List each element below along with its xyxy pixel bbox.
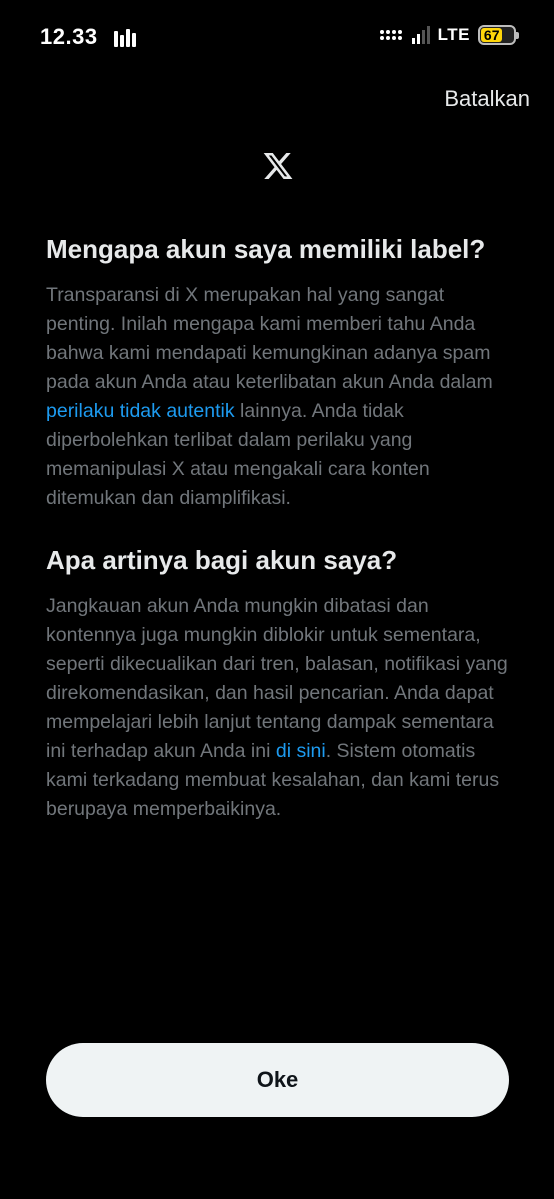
wifi-signal-icon — [379, 30, 402, 40]
status-bar: 12.33 LTE 67 — [0, 0, 554, 70]
section2-paragraph: Jangkauan akun Anda mungkin dibatasi dan… — [46, 592, 516, 824]
cell-signal-icon — [411, 26, 430, 44]
battery-icon: 67 — [478, 25, 519, 45]
x-logo-icon — [263, 153, 293, 179]
status-time: 12.33 — [40, 24, 98, 49]
inauthentic-behavior-link[interactable]: perilaku tidak autentik — [46, 400, 235, 422]
section2-text-before: Jangkauan akun Anda mungkin dibatasi dan… — [46, 595, 508, 762]
section1-text-before: Transparansi di X merupakan hal yang san… — [46, 284, 493, 393]
status-right-group: LTE 67 — [379, 25, 519, 45]
notification-bars-icon — [114, 27, 136, 47]
ok-button[interactable]: Oke — [46, 1043, 509, 1117]
learn-more-link[interactable]: di sini — [276, 740, 326, 762]
content: Mengapa akun saya memiliki label? Transp… — [46, 232, 516, 824]
network-type: LTE — [437, 25, 470, 44]
section2-heading: Apa artinya bagi akun saya? — [46, 545, 398, 575]
battery-level: 67 — [481, 27, 503, 43]
section1-heading: Mengapa akun saya memiliki label? — [46, 234, 486, 264]
cancel-button[interactable]: Batalkan — [444, 86, 530, 112]
section1-paragraph: Transparansi di X merupakan hal yang san… — [46, 281, 516, 513]
screen: 12.33 LTE 67 Batalkan Mengapa akun saya … — [0, 0, 554, 1199]
